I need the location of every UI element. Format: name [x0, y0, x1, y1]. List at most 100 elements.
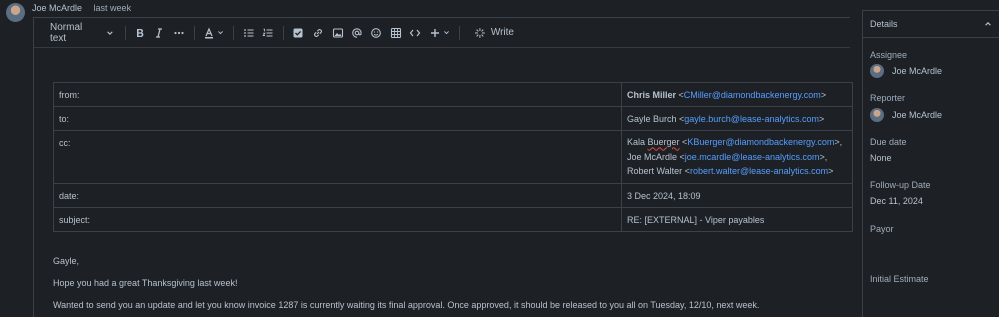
more-icon: [174, 31, 184, 34]
cc-email-link[interactable]: KBuerger@diamondbackenergy.com: [687, 137, 834, 147]
italic-icon: [156, 27, 162, 38]
link-icon: [314, 28, 322, 37]
editor-content[interactable]: from: Chris Miller <CMiller@diamondbacke…: [34, 48, 853, 317]
chevron-down-icon: [107, 30, 113, 35]
payor-label: Payor: [870, 224, 894, 234]
cc-entry: Joe McArdle <joe.mcardle@lease-analytics…: [627, 150, 847, 165]
insert-plus-icon: [430, 28, 439, 37]
toolbar-divider: [125, 26, 126, 40]
comment-author[interactable]: Joe McArdle: [32, 3, 82, 13]
chevron-up-icon[interactable]: [984, 20, 992, 28]
subject-value: RE: [EXTERNAL] - Viper payables: [621, 207, 853, 232]
emoji-icon: [371, 27, 381, 38]
reporter-value: Joe McArdle: [892, 110, 943, 120]
cc-label: cc:: [53, 130, 622, 184]
cc-value: Kala Buerger <KBuerger@diamondbackenergy…: [621, 130, 853, 184]
italic-button[interactable]: [152, 25, 166, 40]
image-button[interactable]: [331, 25, 345, 40]
cc-entry: Robert Walter <robert.walter@lease-analy…: [627, 164, 847, 179]
from-email-link[interactable]: CMiller@diamondbackenergy.com: [684, 90, 821, 100]
details-header[interactable]: Details: [863, 11, 999, 38]
subject-label: subject:: [53, 207, 622, 232]
body-line-1: Hope you had a great Thanksgiving last w…: [53, 278, 238, 288]
to-label: to:: [53, 106, 622, 131]
write-button[interactable]: Write: [474, 25, 514, 40]
from-value: Chris Miller <CMiller@diamondbackenergy.…: [621, 82, 853, 107]
cc-name: Joe McArdle <: [627, 151, 685, 162]
cc-entry: Kala Buerger <KBuerger@diamondbackenergy…: [627, 135, 847, 150]
assignee-value: Joe McArdle: [892, 66, 943, 76]
toolbar-divider: [283, 26, 284, 40]
cc-name: Kala: [627, 137, 648, 148]
details-panel: Details Assignee Joe McArdle Reporter Jo…: [862, 10, 999, 317]
mention-button[interactable]: [350, 25, 364, 40]
reporter-field[interactable]: Joe McArdle: [870, 108, 942, 122]
text-style-label: Normal text: [50, 21, 83, 44]
to-email-link[interactable]: gayle.burch@lease-analytics.com: [684, 114, 819, 124]
details-title: Details: [870, 19, 898, 29]
followup-date-value[interactable]: Dec 11, 2024: [870, 196, 923, 206]
cc-suffix: >,: [819, 151, 828, 162]
table-row: date: 3 Dec 2024, 18:09: [53, 183, 853, 208]
text-style-dropdown[interactable]: Normal text: [50, 22, 114, 44]
bullet-list-button[interactable]: [242, 25, 256, 40]
body-greeting: Gayle,: [53, 256, 80, 266]
initial-estimate-label: Initial Estimate: [870, 274, 929, 284]
toolbar-divider: [194, 26, 195, 40]
to-gt: >: [818, 113, 825, 124]
followup-date-label: Follow-up Date: [870, 180, 931, 190]
comment-meta: Joe McArdle last week: [32, 3, 131, 13]
insert-button[interactable]: [428, 25, 450, 40]
comment-editor[interactable]: Normal text Write from: Chris Miller <CM…: [33, 17, 853, 317]
cc-suffix: >: [828, 166, 834, 177]
date-label: date:: [53, 183, 622, 208]
bold-icon: [137, 28, 144, 37]
cc-email-link[interactable]: robert.walter@lease-analytics.com: [690, 166, 828, 176]
write-ai-icon: [474, 27, 485, 38]
reporter-label: Reporter: [870, 93, 906, 103]
emoji-button[interactable]: [369, 25, 383, 40]
table-row: to: Gayle Burch <gayle.burch@lease-analy…: [53, 106, 853, 131]
table-row: cc: Kala Buerger <KBuerger@diamondbacken…: [53, 130, 853, 184]
date-value: 3 Dec 2024, 18:09: [621, 183, 853, 208]
text-color-button[interactable]: [202, 25, 224, 40]
action-item-button[interactable]: [291, 25, 305, 40]
to-name: Gayle Burch <: [627, 113, 685, 124]
chevron-down-icon: [443, 31, 449, 35]
write-label: Write: [490, 27, 514, 38]
toolbar-divider: [233, 26, 234, 40]
from-name: Chris Miller: [627, 89, 677, 100]
chevron-down-icon: [217, 31, 223, 35]
numbered-list-icon: [262, 28, 273, 37]
checkbox-icon: [293, 28, 303, 37]
to-value: Gayle Burch <gayle.burch@lease-analytics…: [621, 106, 853, 131]
table-row: from: Chris Miller <CMiller@diamondbacke…: [53, 82, 853, 107]
cc-name: Robert Walter <: [627, 166, 690, 177]
avatar: [870, 64, 884, 78]
due-date-value[interactable]: None: [870, 153, 892, 163]
link-button[interactable]: [311, 25, 325, 40]
from-gt: >: [820, 89, 827, 100]
bullet-list-icon: [244, 28, 254, 37]
mention-icon: [352, 27, 362, 38]
table-icon: [390, 27, 402, 38]
text-color-icon: [204, 26, 213, 38]
code-button[interactable]: [408, 25, 422, 40]
cc-email-link[interactable]: joe.mcardle@lease-analytics.com: [685, 152, 820, 162]
more-formatting-button[interactable]: [172, 25, 186, 40]
body-line-2: Wanted to send you an update and let you…: [53, 300, 760, 310]
cc-suffix: >,: [834, 137, 843, 148]
editor-toolbar: Normal text Write: [34, 18, 850, 48]
numbered-list-button[interactable]: [261, 25, 275, 40]
due-date-label: Due date: [870, 137, 907, 147]
table-button[interactable]: [389, 25, 403, 40]
assignee-label: Assignee: [870, 50, 908, 60]
from-lt: <: [676, 89, 684, 100]
assignee-field[interactable]: Joe McArdle: [870, 64, 942, 78]
code-icon: [409, 29, 421, 36]
author-avatar[interactable]: [6, 3, 25, 22]
bold-button[interactable]: [133, 25, 147, 40]
comment-timestamp[interactable]: last week: [94, 3, 132, 13]
from-label: from:: [53, 82, 622, 107]
table-row: subject: RE: [EXTERNAL] - Viper payables: [53, 207, 853, 232]
